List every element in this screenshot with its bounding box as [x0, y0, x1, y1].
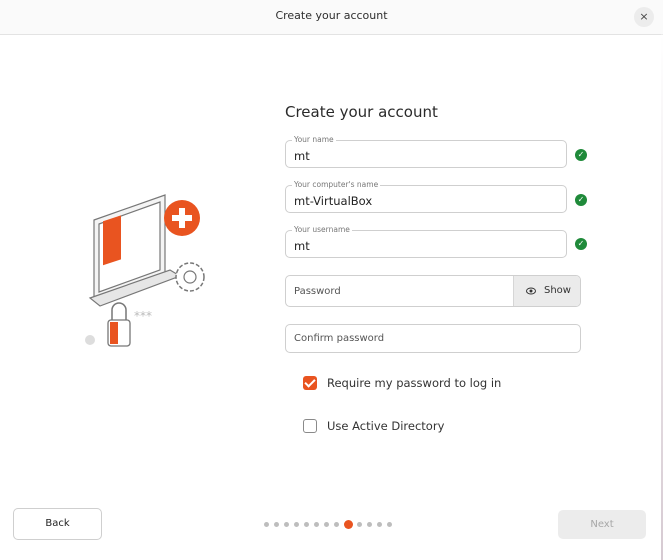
progress-dot-active	[344, 520, 353, 529]
progress-dot	[294, 522, 299, 527]
close-button[interactable]: ×	[634, 7, 654, 27]
title-bar: Create your account ×	[0, 0, 663, 35]
require-password-checkbox[interactable]	[303, 376, 317, 390]
check-icon: ✓	[575, 238, 587, 250]
show-password-label: Show	[544, 285, 571, 296]
account-illustration: ***	[85, 194, 205, 347]
progress-dot	[377, 522, 382, 527]
progress-dot	[367, 522, 372, 527]
active-directory-checkbox[interactable]	[303, 419, 317, 433]
check-icon: ✓	[575, 149, 587, 161]
require-password-label[interactable]: Require my password to log in	[327, 376, 501, 390]
close-icon: ×	[639, 10, 649, 23]
svg-text:***: ***	[134, 309, 152, 323]
show-password-button[interactable]: Show	[513, 276, 580, 306]
window-title: Create your account	[275, 9, 388, 22]
progress-dot	[324, 522, 329, 527]
eye-icon	[526, 287, 536, 295]
your-name-value: mt	[294, 149, 310, 163]
progress-dot	[357, 522, 362, 527]
progress-dot	[334, 522, 339, 527]
your-name-label: Your name	[292, 135, 336, 144]
progress-dot	[314, 522, 319, 527]
your-name-field[interactable]: Your name mt	[285, 135, 567, 168]
confirm-password-field[interactable]: Confirm password	[285, 324, 581, 353]
progress-dot	[304, 522, 309, 527]
active-directory-label[interactable]: Use Active Directory	[327, 419, 444, 433]
progress-dot	[387, 522, 392, 527]
back-button[interactable]: Back	[13, 508, 102, 540]
confirm-password-placeholder: Confirm password	[294, 333, 385, 344]
username-field[interactable]: Your username mt	[285, 225, 567, 258]
progress-dot	[264, 522, 269, 527]
computer-name-value: mt-VirtualBox	[294, 194, 373, 208]
page-heading: Create your account	[285, 103, 438, 121]
password-placeholder: Password	[294, 286, 341, 297]
progress-dot	[274, 522, 279, 527]
password-field[interactable]: Password Show	[285, 275, 581, 307]
next-button[interactable]: Next	[558, 510, 646, 539]
username-label: Your username	[292, 225, 352, 234]
computer-name-label: Your computer's name	[292, 180, 381, 189]
check-icon: ✓	[575, 194, 587, 206]
progress-dot	[284, 522, 289, 527]
computer-name-field[interactable]: Your computer's name mt-VirtualBox	[285, 180, 567, 213]
username-value: mt	[294, 239, 310, 253]
